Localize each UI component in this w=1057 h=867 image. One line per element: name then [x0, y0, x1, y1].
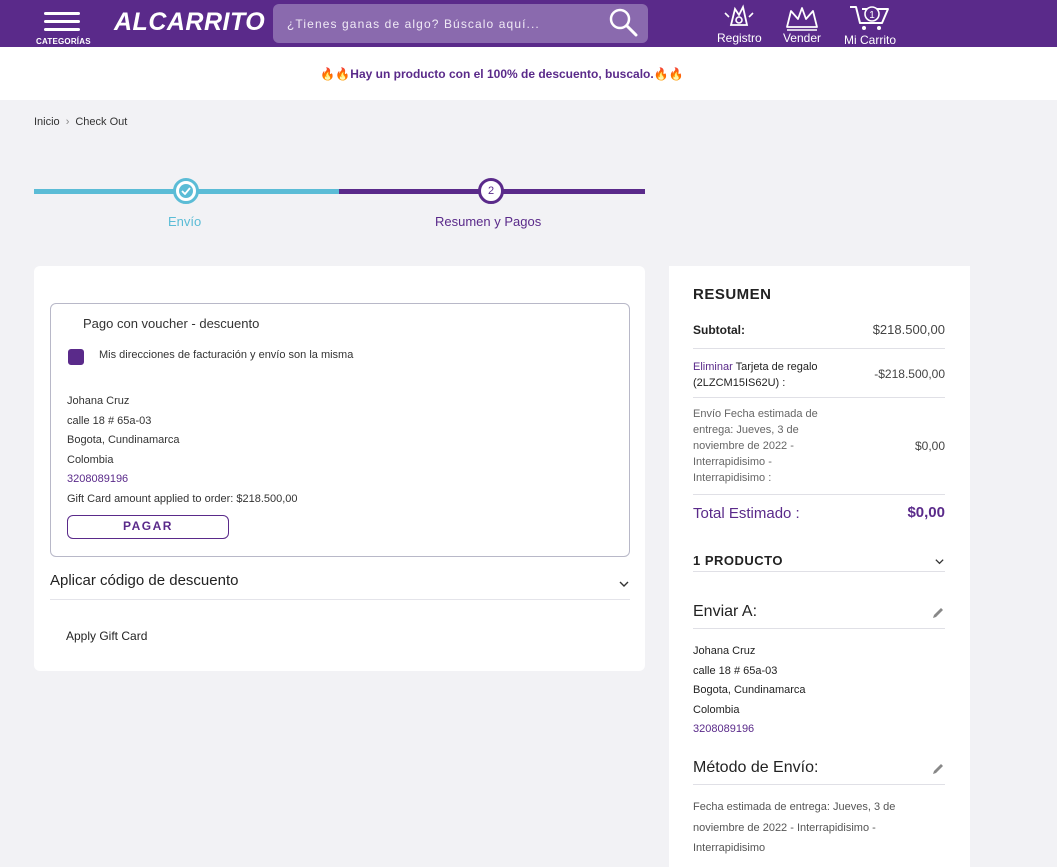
shipping-method-text: Fecha estimada de entrega: Jueves, 3 de … [693, 797, 945, 859]
billing-phone[interactable]: 3208089196 [67, 470, 298, 490]
shipping-line: Interrapidisimo : [693, 472, 772, 484]
ship-to-header: Enviar A: [693, 603, 945, 629]
cart-link[interactable]: 1 Mi Carrito [842, 3, 898, 47]
edit-pencil-icon[interactable] [931, 606, 945, 620]
crown-icon [786, 7, 818, 31]
categories-label: CATEGORÍAS [36, 37, 91, 46]
gift-card-applied-note: Gift Card amount applied to order: $218.… [67, 492, 298, 505]
billing-city: Bogota, Cundinamarca [67, 434, 180, 446]
gift-card-code: (2LZCM15IS62U) : [693, 377, 786, 389]
ship-phone[interactable]: 3208089196 [693, 720, 806, 740]
shipping-value: $0,00 [914, 439, 945, 453]
promo-banner: 🔥🔥Hay un producto con el 100% de descuen… [0, 47, 1057, 100]
apply-gift-card-link[interactable]: Apply Gift Card [66, 629, 147, 643]
search-bar [273, 4, 648, 43]
check-icon [181, 187, 191, 195]
gift-card-row: Eliminar Tarjeta de regalo (2LZCM15IS62U… [693, 358, 945, 398]
shipping-line: entrega: Jueves, 3 de [693, 424, 799, 436]
chevron-down-icon [619, 581, 629, 587]
shipping-method-header: Método de Envío: [693, 759, 945, 785]
shipping-method-line: noviembre de 2022 - Interrapidisimo - [693, 821, 876, 834]
ship-street: calle 18 # 65a-03 [693, 664, 778, 677]
ship-city: Bogota, Cundinamarca [693, 684, 806, 697]
subtotal-row: Subtotal: $218.500,00 [693, 322, 945, 349]
ship-country: Colombia [693, 703, 740, 716]
voucher-title: Pago con voucher - descuento [83, 316, 260, 331]
products-toggle[interactable]: 1 PRODUCTO [693, 553, 945, 572]
same-address-checkbox[interactable] [68, 349, 84, 365]
shipping-method-line: Fecha estimada de entrega: Jueves, 3 de [693, 801, 896, 813]
remove-gift-card-link[interactable]: Eliminar [693, 361, 733, 373]
step-2-indicator: 2 [478, 178, 504, 204]
summary-title: RESUMEN [693, 286, 772, 303]
billing-street: calle 18 # 65a-03 [67, 414, 152, 427]
site-header: CATEGORÍAS ALCARRITO Registro Vender 1 [0, 0, 1057, 47]
sell-link[interactable]: Vender [781, 3, 823, 45]
register-icon [724, 4, 754, 26]
register-label: Registro [717, 31, 762, 45]
cart-label: Mi Carrito [843, 33, 896, 47]
step-1-label[interactable]: Envío [168, 214, 201, 229]
shipping-method-line: Interrapidisimo [693, 842, 766, 854]
subtotal-label: Subtotal: [693, 323, 745, 337]
search-icon[interactable] [606, 6, 640, 40]
chevron-down-icon [935, 559, 944, 565]
shipping-line: Interrapidisimo - [693, 456, 772, 468]
discount-code-toggle[interactable]: Aplicar código de descuento [50, 572, 630, 600]
step-1-indicator[interactable] [173, 178, 199, 204]
edit-pencil-icon[interactable] [931, 762, 945, 776]
categories-menu-button[interactable]: CATEGORÍAS [36, 8, 92, 46]
shipping-method-title: Método de Envío: [693, 759, 819, 776]
cart-count-badge: 1 [869, 10, 875, 21]
shipping-line: Envío Fecha estimada de [693, 408, 818, 420]
cart-icon: 1 [850, 6, 889, 30]
subtotal-value: $218.500,00 [872, 322, 945, 337]
breadcrumb: Inicio › Check Out [34, 116, 127, 128]
billing-country: Colombia [67, 453, 114, 466]
total-value: $0,00 [907, 504, 945, 521]
breadcrumb-home[interactable]: Inicio [34, 116, 60, 128]
order-summary-card: RESUMEN Subtotal: $218.500,00 Eliminar T… [669, 266, 970, 867]
register-link[interactable]: Registro [717, 3, 762, 45]
sell-label: Vender [782, 31, 822, 45]
products-count: 1 PRODUCTO [693, 553, 783, 568]
shipping-line: noviembre de 2022 - [693, 440, 794, 452]
search-input[interactable] [285, 12, 609, 36]
payment-card: Pago con voucher - descuento Mis direcci… [34, 266, 645, 671]
same-address-label[interactable]: Mis direcciones de facturación y envío s… [99, 349, 353, 361]
site-logo[interactable]: ALCARRITO [114, 8, 265, 37]
ship-to-title: Enviar A: [693, 603, 758, 620]
gift-card-value: -$218.500,00 [874, 367, 945, 381]
billing-address: Johana Cruz calle 18 # 65a-03 Bogota, Cu… [67, 392, 298, 509]
shipping-row: Envío Fecha estimada de entrega: Jueves,… [693, 406, 945, 495]
breadcrumb-current: Check Out [75, 116, 128, 128]
voucher-payment-box: Pago con voucher - descuento Mis direcci… [50, 303, 630, 557]
total-row: Total Estimado : $0,00 [693, 504, 945, 528]
ship-name: Johana Cruz [693, 645, 756, 657]
breadcrumb-separator-icon: › [65, 116, 70, 128]
discount-code-title: Aplicar código de descuento [50, 572, 239, 589]
pay-button[interactable]: PAGAR [67, 515, 229, 539]
hamburger-icon [44, 12, 80, 32]
gift-card-label: Tarjeta de regalo [735, 361, 818, 373]
billing-name: Johana Cruz [67, 395, 130, 407]
total-label: Total Estimado : [693, 505, 800, 522]
shipping-address: Johana Cruz calle 18 # 65a-03 Bogota, Cu… [693, 642, 806, 740]
step-2-label: Resumen y Pagos [435, 214, 542, 229]
promo-text: 🔥🔥Hay un producto con el 100% de descuen… [320, 67, 684, 81]
